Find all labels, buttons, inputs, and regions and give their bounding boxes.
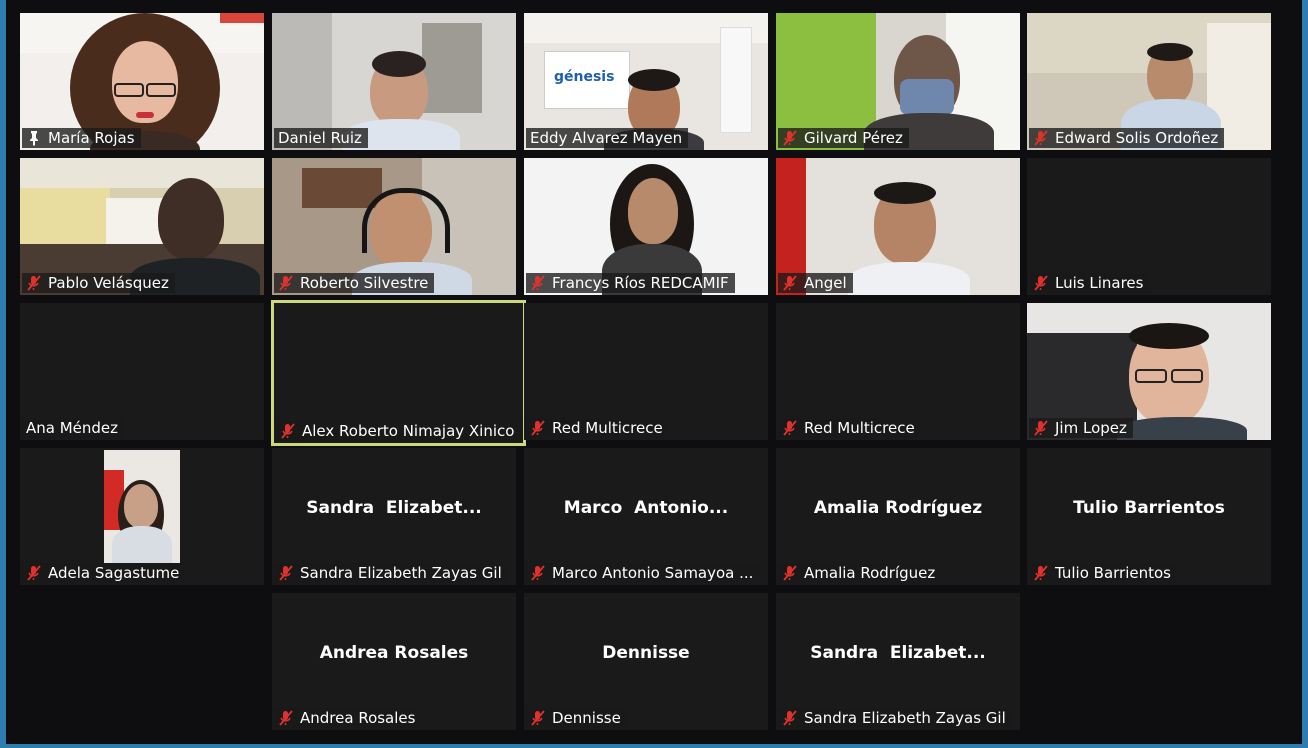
participant-nameplate: Andrea Rosales	[274, 708, 422, 728]
mic-muted-icon	[1033, 130, 1049, 146]
participant-display-name: Dennisse	[602, 643, 690, 663]
participant-nameplate: Angel	[778, 273, 853, 293]
mic-muted-icon	[782, 420, 798, 436]
mic-muted-icon	[530, 710, 546, 726]
participant-name: Marco Antonio Samayoa ...	[552, 564, 754, 582]
participant-name: Dennisse	[552, 709, 621, 727]
mic-muted-icon	[1033, 565, 1049, 581]
participant-name: Red Multicrece	[804, 419, 915, 437]
participant-display-name: Sandra Elizabet...	[810, 643, 986, 663]
participant-name: Jim Lopez	[1055, 419, 1127, 437]
mic-muted-icon	[1033, 275, 1049, 291]
participant-display-name: Marco Antonio...	[563, 498, 729, 518]
mic-muted-icon	[278, 710, 294, 726]
participant-display-name: Tulio Barrientos	[1073, 498, 1225, 518]
participant-nameplate: Roberto Silvestre	[274, 273, 435, 293]
participant-nameplate: Eddy Alvarez Mayen	[526, 128, 689, 148]
participant-display-name: Sandra Elizabet...	[306, 498, 482, 518]
participant-name: Adela Sagastume	[48, 564, 180, 582]
participant-name: Sandra Elizabeth Zayas Gil	[300, 564, 502, 582]
participant-name: Gilvard Pérez	[804, 129, 903, 147]
participant-tile[interactable]: Dennisse Dennisse	[524, 593, 768, 730]
participant-nameplate: Adela Sagastume	[22, 563, 186, 583]
participant-name: Pablo Velásquez	[48, 274, 169, 292]
participant-name: María Rojas	[48, 129, 135, 147]
participant-name: Luis Linares	[1055, 274, 1144, 292]
participant-tile[interactable]: Adela Sagastume	[20, 448, 264, 585]
participant-tile[interactable]: Daniel Ruiz	[272, 13, 516, 150]
participant-nameplate: María Rojas	[22, 128, 141, 148]
participant-tile-active-speaker[interactable]: Alex Roberto Nimajay Xinico	[271, 300, 526, 446]
mic-muted-icon	[26, 565, 42, 581]
participant-nameplate: Luis Linares	[1029, 273, 1150, 293]
participant-nameplate: Tulio Barrientos	[1029, 563, 1178, 583]
participant-tile[interactable]: Amalia Rodríguez Amalia Rodríguez	[776, 448, 1020, 585]
mic-muted-icon	[782, 130, 798, 146]
mic-muted-icon	[782, 565, 798, 581]
participant-nameplate: Dennisse	[526, 708, 627, 728]
participant-tile[interactable]: Pablo Velásquez	[20, 158, 264, 295]
participant-name: Amalia Rodríguez	[804, 564, 936, 582]
mic-muted-icon	[782, 275, 798, 291]
mic-muted-icon	[530, 565, 546, 581]
participant-name: Daniel Ruiz	[278, 129, 362, 147]
participant-nameplate: Sandra Elizabeth Zayas Gil	[778, 708, 1012, 728]
participant-nameplate: Francys Ríos REDCAMIF	[526, 273, 735, 293]
participant-name: Red Multicrece	[552, 419, 663, 437]
mic-muted-icon	[782, 710, 798, 726]
participant-tile[interactable]: Sandra Elizabet... Sandra Elizabeth Zaya…	[776, 593, 1020, 730]
participant-nameplate: Marco Antonio Samayoa ...	[526, 563, 760, 583]
participant-tile[interactable]: Edward Solis Ordoñez	[1027, 13, 1271, 150]
participant-nameplate: Amalia Rodríguez	[778, 563, 942, 583]
participant-tile[interactable]: Gilvard Pérez	[776, 13, 1020, 150]
participant-tile[interactable]: Angel	[776, 158, 1020, 295]
participant-nameplate: Edward Solis Ordoñez	[1029, 128, 1225, 148]
participant-tile[interactable]: Andrea Rosales Andrea Rosales	[272, 593, 516, 730]
participant-name: Andrea Rosales	[300, 709, 416, 727]
gallery-view: María Rojas Daniel Ruiz génesis Eddy Alv…	[6, 0, 1302, 744]
participant-name: Francys Ríos REDCAMIF	[552, 274, 729, 292]
participant-nameplate: Alex Roberto Nimajay Xinico	[276, 421, 521, 441]
mic-muted-icon	[530, 275, 546, 291]
participant-nameplate: Gilvard Pérez	[778, 128, 909, 148]
mic-muted-icon	[26, 275, 42, 291]
participant-tile[interactable]: Ana Méndez	[20, 303, 264, 440]
participant-name: Edward Solis Ordoñez	[1055, 129, 1219, 147]
mic-muted-icon	[280, 423, 296, 439]
participant-nameplate: Sandra Elizabeth Zayas Gil	[274, 563, 508, 583]
participant-name: Sandra Elizabeth Zayas Gil	[804, 709, 1006, 727]
participant-tile[interactable]: Marco Antonio... Marco Antonio Samayoa .…	[524, 448, 768, 585]
mic-muted-icon	[278, 565, 294, 581]
participant-nameplate: Pablo Velásquez	[22, 273, 175, 293]
mic-muted-icon	[530, 420, 546, 436]
participant-display-name: Andrea Rosales	[319, 643, 469, 663]
participant-nameplate: Daniel Ruiz	[274, 128, 368, 148]
participant-tile[interactable]: Red Multicrece	[776, 303, 1020, 440]
participant-nameplate: Jim Lopez	[1029, 418, 1133, 438]
participant-video	[104, 450, 180, 563]
participant-tile[interactable]: Sandra Elizabet... Sandra Elizabeth Zaya…	[272, 448, 516, 585]
participant-tile[interactable]: Jim Lopez	[1027, 303, 1271, 440]
participant-name: Eddy Alvarez Mayen	[530, 129, 683, 147]
participant-tile[interactable]: María Rojas	[20, 13, 264, 150]
participant-nameplate: Red Multicrece	[526, 418, 669, 438]
participant-name: Tulio Barrientos	[1055, 564, 1172, 582]
pin-icon	[26, 130, 42, 146]
participant-tile[interactable]: génesis Eddy Alvarez Mayen	[524, 13, 768, 150]
participant-tile[interactable]: Red Multicrece	[524, 303, 768, 440]
participant-name: Ana Méndez	[26, 419, 119, 437]
participant-name: Alex Roberto Nimajay Xinico	[302, 422, 515, 440]
participant-nameplate: Ana Méndez	[22, 418, 125, 438]
participant-display-name: Amalia Rodríguez	[813, 498, 983, 518]
participant-tile[interactable]: Roberto Silvestre	[272, 158, 516, 295]
mic-muted-icon	[1033, 420, 1049, 436]
mic-muted-icon	[278, 275, 294, 291]
participant-name: Angel	[804, 274, 847, 292]
participant-tile[interactable]: Luis Linares	[1027, 158, 1271, 295]
participant-tile[interactable]: Francys Ríos REDCAMIF	[524, 158, 768, 295]
participant-tile[interactable]: Tulio Barrientos Tulio Barrientos	[1027, 448, 1271, 585]
backdrop-logo: génesis	[554, 69, 615, 85]
participant-name: Roberto Silvestre	[300, 274, 429, 292]
participant-nameplate: Red Multicrece	[778, 418, 921, 438]
